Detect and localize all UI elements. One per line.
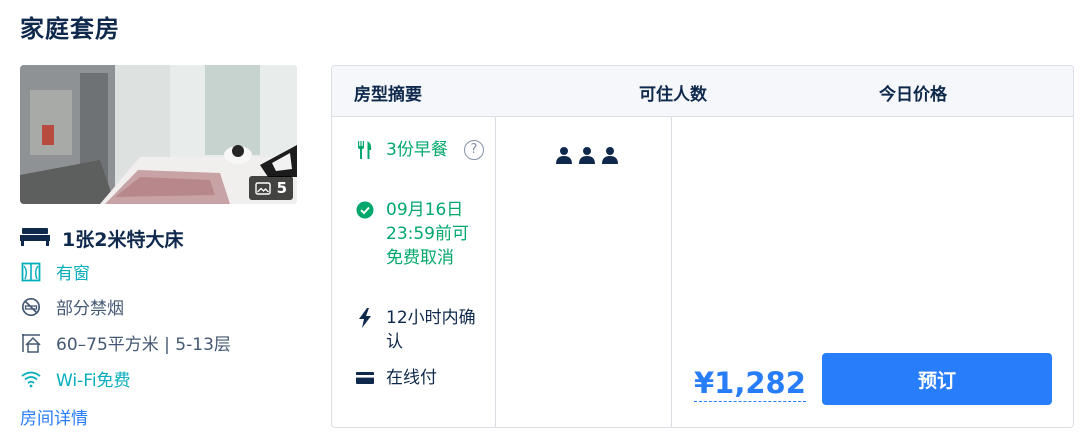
facility-wifi: Wi-Fi免费 <box>20 366 131 391</box>
book-button[interactable]: 预订 <box>822 353 1052 405</box>
room-photo[interactable]: 5 <box>20 65 297 204</box>
photo-count-badge[interactable]: 5 <box>248 176 293 200</box>
payment-label: 在线付 <box>386 368 437 388</box>
facility-window: 有窗 <box>20 259 90 284</box>
person-icon <box>577 145 597 169</box>
facility-label: Wi-Fi免费 <box>56 371 131 391</box>
wifi-icon <box>20 368 42 390</box>
area-icon <box>20 332 42 354</box>
image-icon <box>254 181 271 195</box>
bed-info: 1张2米特大床 <box>20 225 183 252</box>
policy-confirmation: 12小时内确认 <box>354 306 476 354</box>
policy-cancellation: 09月16日23:59前可免费取消 <box>354 198 494 270</box>
header-occupancy: 可住人数 <box>639 85 707 105</box>
confirmation-label: 12小时内确认 <box>386 308 476 352</box>
column-divider <box>495 117 496 427</box>
header-summary: 房型摘要 <box>354 85 422 105</box>
credit-card-icon <box>354 366 376 390</box>
utensils-icon <box>354 138 376 162</box>
no-smoking-icon <box>20 296 42 318</box>
bed-label: 1张2米特大床 <box>62 229 184 251</box>
photo-count: 5 <box>276 179 287 197</box>
facility-label: 部分禁烟 <box>56 299 124 319</box>
policy-breakfast: 3份早餐 ? <box>354 138 484 162</box>
facility-no-smoking: 部分禁烟 <box>20 294 124 319</box>
policy-payment: 在线付 <box>354 366 437 390</box>
room-details-link[interactable]: 房间详情 <box>20 404 88 429</box>
person-icon <box>600 145 620 169</box>
rate-table: 房型摘要 可住人数 今日价格 3份早餐 ? 09月16日23:59前可免费取消 <box>331 65 1074 428</box>
header-price: 今日价格 <box>879 85 947 105</box>
occupancy <box>554 145 620 169</box>
facility-label: 60–75平方米 | 5-13层 <box>56 335 231 355</box>
facility-area: 60–75平方米 | 5-13层 <box>20 330 231 355</box>
person-icon <box>554 145 574 169</box>
help-icon[interactable]: ? <box>464 140 484 160</box>
check-circle-icon <box>354 198 376 222</box>
breakfast-label: 3份早餐 <box>386 140 448 160</box>
rate-table-header: 房型摘要 可住人数 今日价格 <box>332 66 1073 117</box>
lightning-icon <box>354 306 376 330</box>
column-divider <box>671 117 672 427</box>
bed-icon <box>20 226 50 251</box>
cancellation-label: 09月16日23:59前可免费取消 <box>386 200 469 268</box>
facility-label: 有窗 <box>56 264 90 284</box>
window-icon <box>20 261 42 283</box>
room-title: 家庭套房 <box>20 15 120 43</box>
price[interactable]: ¥1,282 <box>694 366 806 402</box>
